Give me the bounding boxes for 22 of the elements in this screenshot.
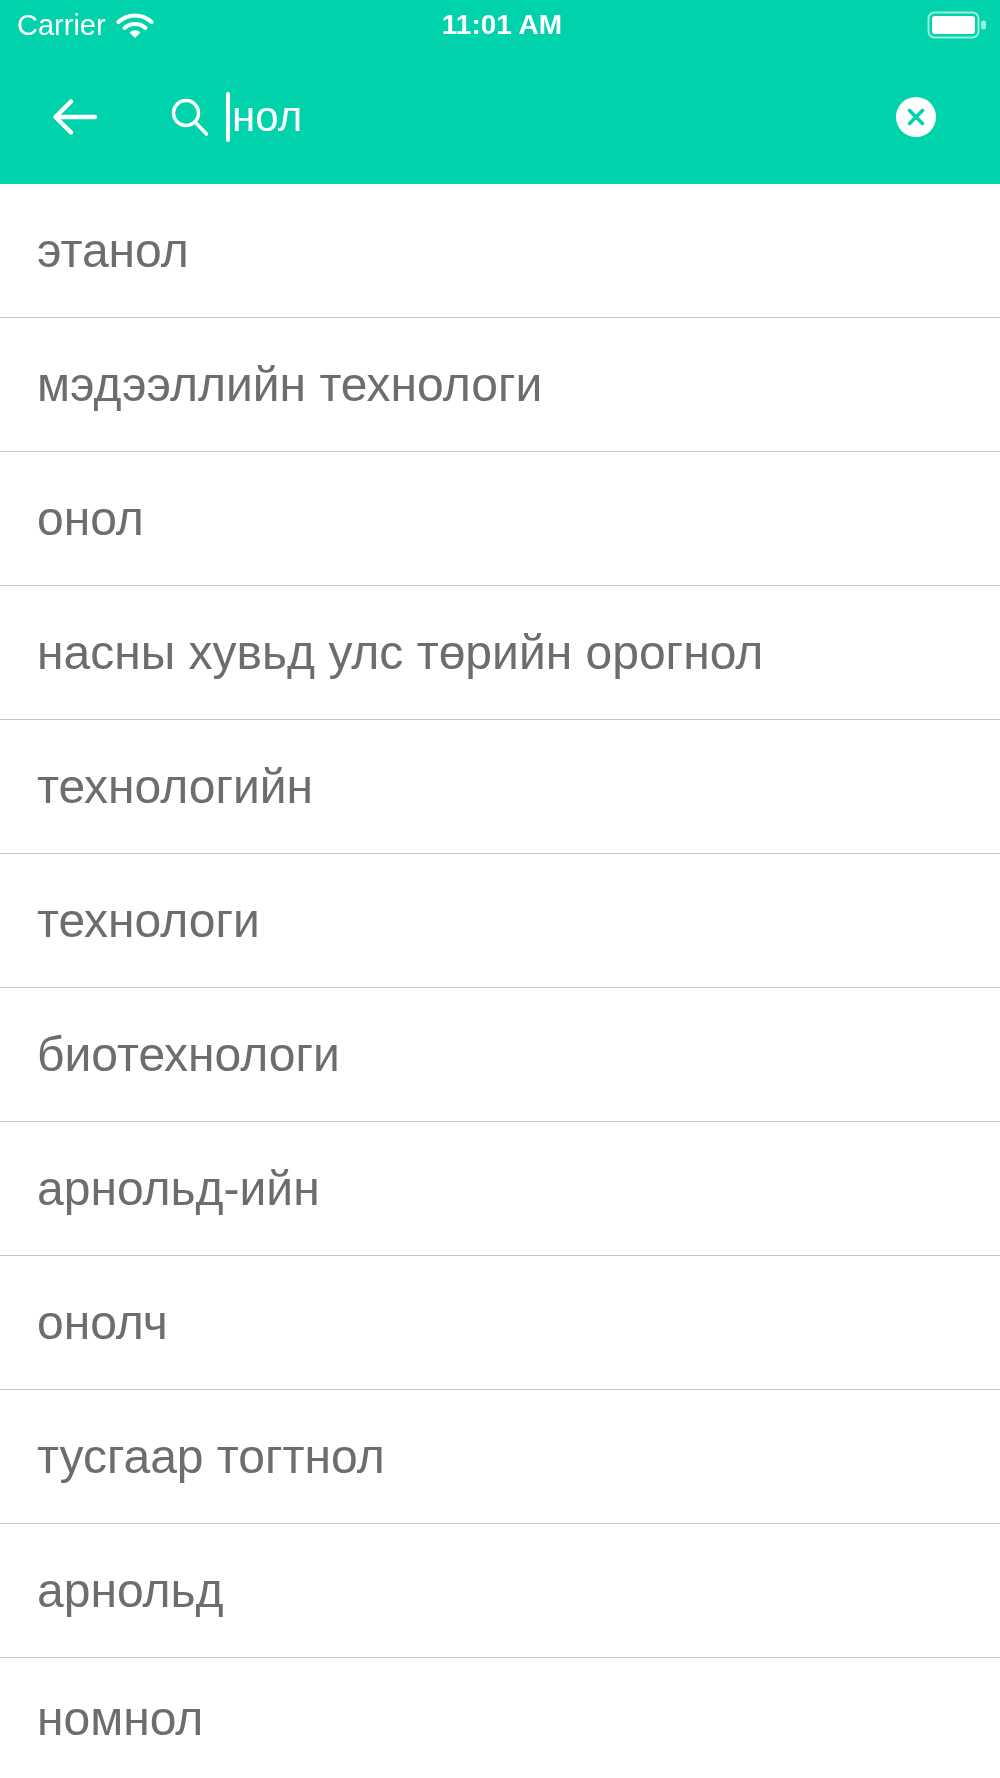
- carrier-label: Carrier: [17, 8, 106, 42]
- back-button[interactable]: [52, 98, 98, 136]
- result-item[interactable]: биотехнологи: [0, 988, 1000, 1122]
- result-item[interactable]: технологи: [0, 854, 1000, 988]
- result-item[interactable]: тусгаар тогтнол: [0, 1390, 1000, 1524]
- arrow-left-icon: [52, 98, 98, 136]
- battery-icon: [927, 11, 987, 39]
- clear-icon: [896, 97, 936, 137]
- result-item[interactable]: мэдээллийн технологи: [0, 318, 1000, 452]
- clear-button[interactable]: [896, 97, 936, 137]
- text-cursor-icon: [226, 92, 230, 142]
- result-item[interactable]: онолч: [0, 1256, 1000, 1390]
- result-item[interactable]: арнольд: [0, 1524, 1000, 1658]
- result-item[interactable]: номнол: [0, 1658, 1000, 1778]
- result-item[interactable]: онол: [0, 452, 1000, 586]
- result-item[interactable]: арнольд-ийн: [0, 1122, 1000, 1256]
- result-item[interactable]: этанол: [0, 184, 1000, 318]
- wifi-icon: [115, 11, 154, 39]
- result-item[interactable]: насны хувьд улс төрийн орогнол: [0, 586, 1000, 720]
- result-item[interactable]: технологийн: [0, 720, 1000, 854]
- clock-time: 11:01 AM: [441, 8, 563, 42]
- search-icon: [171, 97, 209, 137]
